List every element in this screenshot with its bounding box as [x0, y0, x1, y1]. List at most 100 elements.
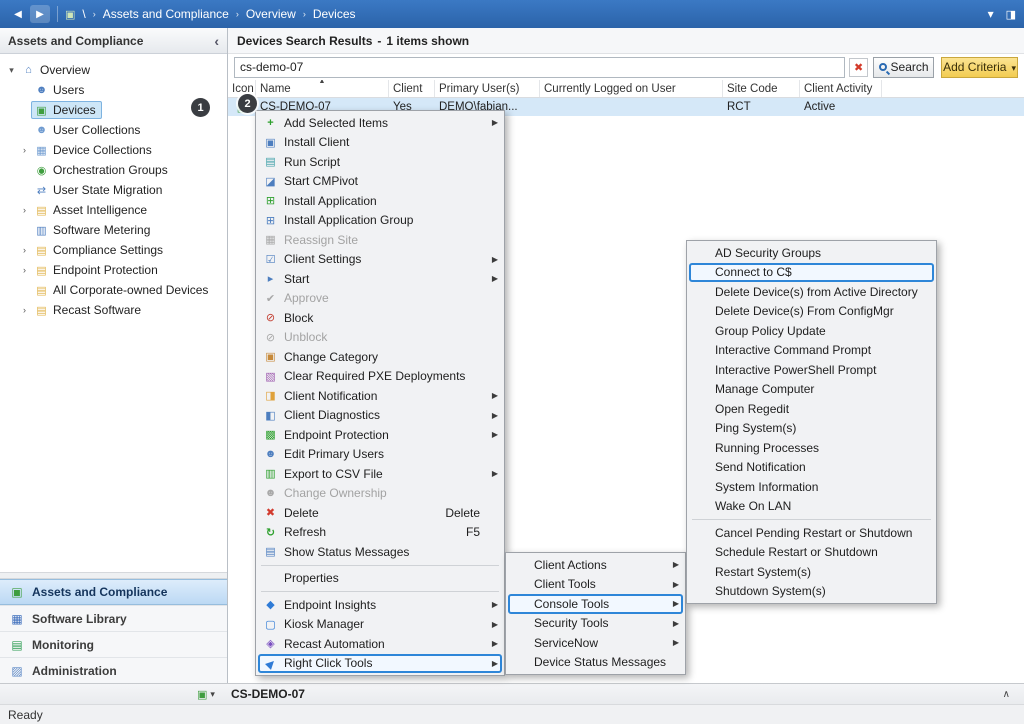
- sidebar-item-orchestration-groups[interactable]: ◉Orchestration Groups: [0, 160, 227, 180]
- context-menu-item-clear-required-pxe-deployments[interactable]: ▧Clear Required PXE Deployments: [258, 367, 502, 387]
- tree-expander-icon[interactable]: ›: [18, 305, 31, 315]
- sidebar-item-users[interactable]: ☻Users: [0, 80, 227, 100]
- workspace-splitter[interactable]: [0, 572, 227, 579]
- context-menu-item-properties[interactable]: Properties: [258, 569, 502, 589]
- rct-menu-item-client-tools[interactable]: Client Tools▶: [508, 575, 683, 595]
- console-menu-item-shutdown-system-s[interactable]: Shutdown System(s): [689, 582, 934, 602]
- rct-menu-item-client-actions[interactable]: Client Actions▶: [508, 555, 683, 575]
- context-menu-item-reassign-site[interactable]: ▦Reassign Site: [258, 230, 502, 250]
- sidebar-item-endpoint-protection[interactable]: ›▤Endpoint Protection: [0, 260, 227, 280]
- tree-expander-icon[interactable]: ›: [18, 205, 31, 215]
- console-menu-item-ping-system-s[interactable]: Ping System(s): [689, 419, 934, 439]
- console-menu-item-open-regedit[interactable]: Open Regedit: [689, 399, 934, 419]
- add-criteria-button[interactable]: Add Criteria: [941, 57, 1018, 78]
- rct-menu-item-servicenow[interactable]: ServiceNow▶: [508, 633, 683, 653]
- workspace-button-monitoring[interactable]: ▤Monitoring: [0, 631, 227, 657]
- workspace-button-administration[interactable]: ▨Administration: [0, 657, 227, 683]
- tree-expander-icon[interactable]: ▾: [5, 65, 18, 76]
- sidebar-item-user-collections[interactable]: ☻User Collections: [0, 120, 227, 140]
- context-menu-item-start[interactable]: ▸Start▶: [258, 269, 502, 289]
- context-menu-item-client-notification[interactable]: ◨Client Notification▶: [258, 386, 502, 406]
- console-menu-item-send-notification[interactable]: Send Notification: [689, 458, 934, 478]
- install-client-icon: ▣: [262, 136, 279, 149]
- sidebar-item-compliance-settings[interactable]: ›▤Compliance Settings: [0, 240, 227, 260]
- rct-menu-item-device-status-messages[interactable]: Device Status Messages: [508, 653, 683, 673]
- console-menu-item-restart-system-s[interactable]: Restart System(s): [689, 562, 934, 582]
- sidebar-item-user-state-migration[interactable]: ⇄User State Migration: [0, 180, 227, 200]
- breadcrumb-item-assets-and-compliance[interactable]: Assets and Compliance: [103, 7, 229, 21]
- tree-expander-icon[interactable]: ›: [18, 145, 31, 155]
- device-dropdown-icon[interactable]: [210, 689, 215, 700]
- context-menu-item-block[interactable]: ⊘Block: [258, 308, 502, 328]
- address-dropdown-icon[interactable]: [988, 7, 994, 21]
- sidebar-item-overview[interactable]: ▾⌂Overview: [0, 60, 227, 80]
- collapse-pane-icon[interactable]: [214, 33, 219, 49]
- submenu-arrow-icon: ▶: [488, 469, 498, 478]
- context-menu-item-start-cmpivot[interactable]: ◪Start CMPivot: [258, 172, 502, 192]
- sidebar-item-recast-software[interactable]: ›▤Recast Software: [0, 300, 227, 320]
- sidebar-item-asset-intelligence[interactable]: ›▤Asset Intelligence: [0, 200, 227, 220]
- context-menu-item-run-script[interactable]: ▤Run Script: [258, 152, 502, 172]
- context-menu-item-refresh[interactable]: ↻RefreshF5: [258, 523, 502, 543]
- console-menu-item-interactive-powershell-prompt[interactable]: Interactive PowerShell Prompt: [689, 360, 934, 380]
- console-menu-item-running-processes[interactable]: Running Processes: [689, 438, 934, 458]
- breadcrumb-separator-icon: ›: [93, 9, 96, 19]
- context-menu-item-edit-primary-users[interactable]: ☻Edit Primary Users: [258, 445, 502, 465]
- context-menu-item-kiosk-manager[interactable]: ▢Kiosk Manager▶: [258, 615, 502, 635]
- context-menu-item-recast-automation[interactable]: ◈Recast Automation▶: [258, 634, 502, 654]
- context-menu-item-change-ownership[interactable]: ☻Change Ownership: [258, 484, 502, 504]
- workspace-button-software-library[interactable]: ▦Software Library: [0, 605, 227, 631]
- sidebar-item-all-corporate-owned-devices[interactable]: ▤All Corporate-owned Devices: [0, 280, 227, 300]
- console-menu-item-group-policy-update[interactable]: Group Policy Update: [689, 321, 934, 341]
- console-menu-item-interactive-command-prompt[interactable]: Interactive Command Prompt: [689, 341, 934, 361]
- context-menu-item-delete[interactable]: ✖DeleteDelete: [258, 503, 502, 523]
- console-menu-item-system-information[interactable]: System Information: [689, 477, 934, 497]
- search-button[interactable]: Search: [873, 57, 934, 78]
- context-menu-item-right-click-tools[interactable]: ▶Right Click Tools▶: [258, 654, 502, 674]
- workspace-button-assets-and-compliance[interactable]: ▣Assets and Compliance: [0, 579, 227, 605]
- column-header-client-activity[interactable]: Client Activity: [800, 80, 882, 97]
- console-menu-item-delete-device-s-from-configmgr[interactable]: Delete Device(s) From ConfigMgr: [689, 302, 934, 322]
- console-menu-item-delete-device-s-from-active-directory[interactable]: Delete Device(s) from Active Directory: [689, 282, 934, 302]
- console-menu-item-cancel-pending-restart-or-shutdown[interactable]: Cancel Pending Restart or Shutdown: [689, 523, 934, 543]
- window-options-icon[interactable]: [1006, 7, 1016, 21]
- breadcrumb-item-overview[interactable]: Overview: [246, 7, 296, 21]
- clear-search-icon[interactable]: [849, 58, 868, 77]
- console-menu-item-schedule-restart-or-shutdown[interactable]: Schedule Restart or Shutdown: [689, 543, 934, 563]
- forward-button[interactable]: [30, 5, 50, 23]
- rct-menu-item-security-tools[interactable]: Security Tools▶: [508, 614, 683, 634]
- context-menu-item-install-client[interactable]: ▣Install Client: [258, 133, 502, 153]
- context-menu-item-client-diagnostics[interactable]: ◧Client Diagnostics▶: [258, 406, 502, 426]
- context-menu-item-approve[interactable]: ✔Approve: [258, 289, 502, 309]
- search-input[interactable]: [234, 57, 845, 78]
- context-menu-item-change-category[interactable]: ▣Change Category: [258, 347, 502, 367]
- cmpivot-icon: ◪: [262, 175, 279, 188]
- rct-menu-item-console-tools[interactable]: Console Tools▶: [508, 594, 683, 614]
- tree-expander-icon[interactable]: ›: [18, 265, 31, 275]
- sidebar-item-device-collections[interactable]: ›▦Device Collections: [0, 140, 227, 160]
- column-header-name[interactable]: Name: [256, 80, 389, 97]
- context-menu-item-export-to-csv-file[interactable]: ▥Export to CSV File▶: [258, 464, 502, 484]
- breadcrumb-item-devices[interactable]: Devices: [313, 7, 356, 21]
- console-menu-item-wake-on-lan[interactable]: Wake On LAN: [689, 497, 934, 517]
- collapse-detail-pane-icon[interactable]: [1003, 689, 1010, 700]
- context-menu-item-endpoint-insights[interactable]: ◆Endpoint Insights▶: [258, 595, 502, 615]
- column-header-client[interactable]: Client: [389, 80, 435, 97]
- context-menu-item-unblock[interactable]: ⊘Unblock: [258, 328, 502, 348]
- context-menu-item-install-application-group[interactable]: ⊞Install Application Group: [258, 211, 502, 231]
- breadcrumb-root[interactable]: \: [82, 7, 85, 21]
- column-header-currently-logged-on-user[interactable]: Currently Logged on User: [540, 80, 723, 97]
- column-header-primary-user-s[interactable]: Primary User(s): [435, 80, 540, 97]
- column-header-site-code[interactable]: Site Code: [723, 80, 800, 97]
- context-menu-item-endpoint-protection[interactable]: ▩Endpoint Protection▶: [258, 425, 502, 445]
- tree-expander-icon[interactable]: ›: [18, 245, 31, 255]
- context-menu-item-add-selected-items[interactable]: +Add Selected Items▶: [258, 113, 502, 133]
- console-menu-item-connect-to-c[interactable]: Connect to C$: [689, 263, 934, 283]
- context-menu-item-install-application[interactable]: ⊞Install Application: [258, 191, 502, 211]
- context-menu-item-client-settings[interactable]: ☑Client Settings▶: [258, 250, 502, 270]
- console-menu-item-manage-computer[interactable]: Manage Computer: [689, 380, 934, 400]
- context-menu-item-show-status-messages[interactable]: ▤Show Status Messages: [258, 542, 502, 562]
- console-menu-item-ad-security-groups[interactable]: AD Security Groups: [689, 243, 934, 263]
- sidebar-item-software-metering[interactable]: ▥Software Metering: [0, 220, 227, 240]
- back-button[interactable]: [8, 5, 28, 23]
